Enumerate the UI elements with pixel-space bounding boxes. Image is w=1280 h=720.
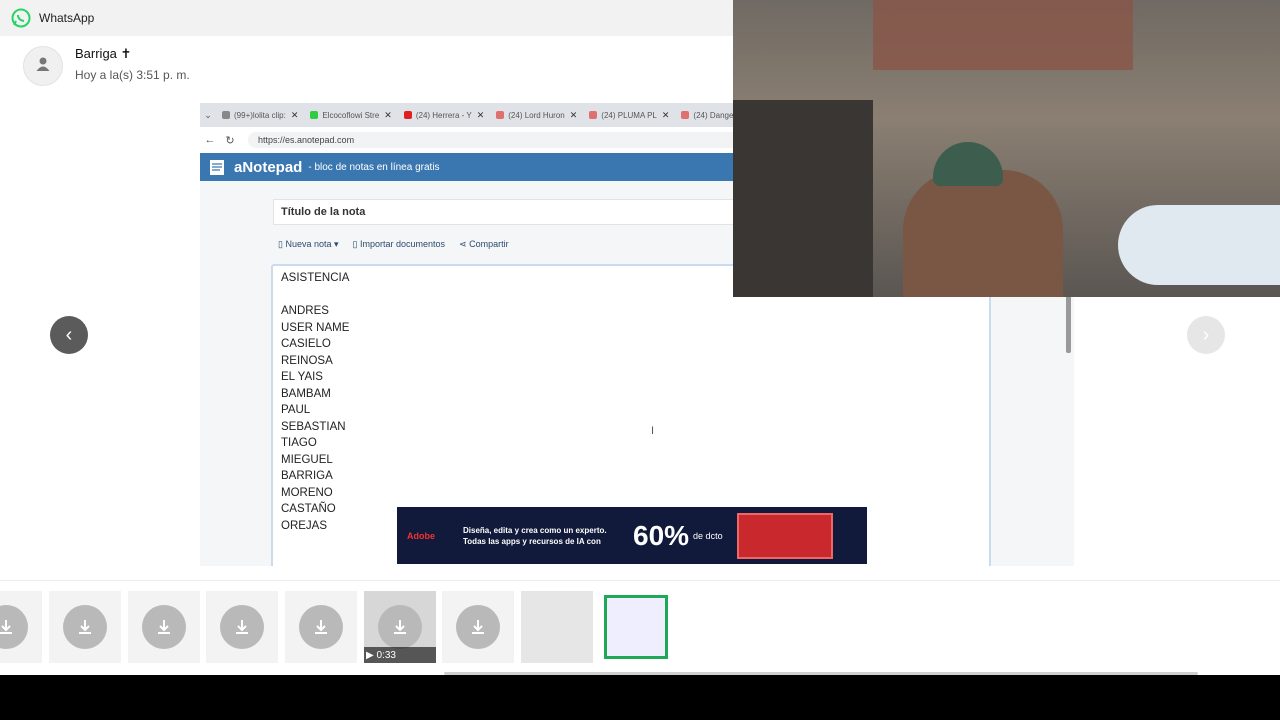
- contact-name: Barriga ✝: [75, 46, 132, 61]
- back-arrow-icon: ←: [204, 134, 216, 146]
- download-icon: [142, 605, 186, 649]
- note-line: MIEGUEL: [281, 453, 333, 466]
- note-line: ANDRES: [281, 305, 329, 317]
- message-timestamp: Hoy a la(s) 3:51 p. m.: [75, 68, 190, 82]
- note-line: SEBASTIAN: [281, 420, 346, 433]
- new-note-menu: ▯ Nueva nota ▾: [278, 239, 339, 249]
- note-line: EL YAIS: [281, 371, 323, 383]
- next-media-button[interactable]: ›: [1187, 316, 1225, 354]
- media-thumbnail[interactable]: [206, 591, 278, 663]
- media-thumbnail[interactable]: [49, 591, 121, 663]
- browser-tab: (99+)lolita clip: ✕: [216, 103, 304, 127]
- ad-image: [736, 512, 833, 559]
- ad-discount: de dcto: [693, 530, 723, 541]
- media-thumbnail[interactable]: [128, 591, 200, 663]
- download-icon: [63, 605, 107, 649]
- brand-name: aNotepad: [234, 158, 303, 176]
- brick-wall: [873, 0, 1133, 70]
- page-scrollbar: [1066, 295, 1071, 353]
- note-line: CASIELO: [281, 338, 331, 350]
- download-icon: [456, 605, 500, 649]
- reload-icon: ↻: [225, 134, 235, 147]
- media-thumbnail[interactable]: [285, 591, 357, 663]
- note-line: REINOSA: [281, 354, 333, 367]
- media-viewer-header: Barriga ✝ Hoy a la(s) 3:51 p. m.: [0, 36, 777, 100]
- brand-tagline: - bloc de notas en línea gratis: [308, 161, 440, 173]
- share-link: ⋖ Compartir: [459, 239, 509, 249]
- note-line: TIAGO: [281, 437, 317, 449]
- note-toolbar: ▯ Nueva nota ▾ ▯ Importar documentos ⋖ C…: [278, 239, 509, 250]
- note-line: PAUL: [281, 404, 311, 416]
- whatsapp-logo-icon: [11, 8, 31, 28]
- chevron-left-icon: ‹: [65, 323, 73, 346]
- media-thumbnail[interactable]: [0, 591, 42, 663]
- note-line: USER NAME: [281, 321, 350, 334]
- download-icon: [220, 605, 264, 649]
- note-line: BARRIGA: [281, 470, 333, 482]
- browser-tab: Elcocoflowi Stre ✕: [304, 103, 397, 127]
- ad-percent: 60%: [633, 519, 690, 551]
- person: [903, 170, 1063, 297]
- advertisement-banner: Adobe Diseña, edita y crea como un exper…: [397, 507, 867, 564]
- chevron-right-icon: ›: [1202, 323, 1210, 346]
- shadowed-wall: [733, 100, 873, 297]
- webcam-overlay: [733, 0, 1280, 297]
- black-bar: [0, 675, 1280, 720]
- person-icon: [35, 56, 51, 77]
- download-icon: [0, 605, 28, 649]
- browser-tab: (24) Lord Huron ✕: [490, 103, 583, 127]
- video-thumbnail[interactable]: ▶ 0:33: [364, 591, 436, 663]
- video-camera-icon: ▶: [366, 650, 374, 661]
- app-title: WhatsApp: [39, 11, 95, 25]
- previous-media-button[interactable]: ‹: [50, 316, 88, 354]
- browser-tab: (24) PLUMA PL ✕: [583, 103, 675, 127]
- notepad-icon: [208, 158, 226, 176]
- avatar[interactable]: [23, 46, 63, 86]
- video-duration: ▶ 0:33: [366, 650, 396, 661]
- download-icon: [299, 605, 343, 649]
- media-thumbnail-strip: ▶ 0:33: [0, 580, 1280, 675]
- download-icon: [378, 605, 422, 649]
- green-cap: [933, 142, 1003, 186]
- active-image-thumbnail[interactable]: [604, 595, 668, 659]
- browser-tab: (24) Herrera - Y ✕: [398, 103, 490, 127]
- media-thumbnail[interactable]: [442, 591, 514, 663]
- note-line: MORENO: [281, 486, 333, 499]
- note-line: BAMBAM: [281, 387, 331, 400]
- title-bar: WhatsApp: [0, 0, 777, 36]
- ad-text: Diseña, edita y crea como un experto. To…: [463, 525, 607, 546]
- import-documents-link: ▯ Importar documentos: [352, 239, 446, 249]
- text-cursor-icon: I: [651, 425, 655, 437]
- bright-object: [1118, 205, 1280, 285]
- chevron-down-icon: ⌄: [204, 109, 212, 120]
- ad-brand: Adobe: [407, 530, 435, 541]
- image-thumbnail[interactable]: [521, 591, 593, 663]
